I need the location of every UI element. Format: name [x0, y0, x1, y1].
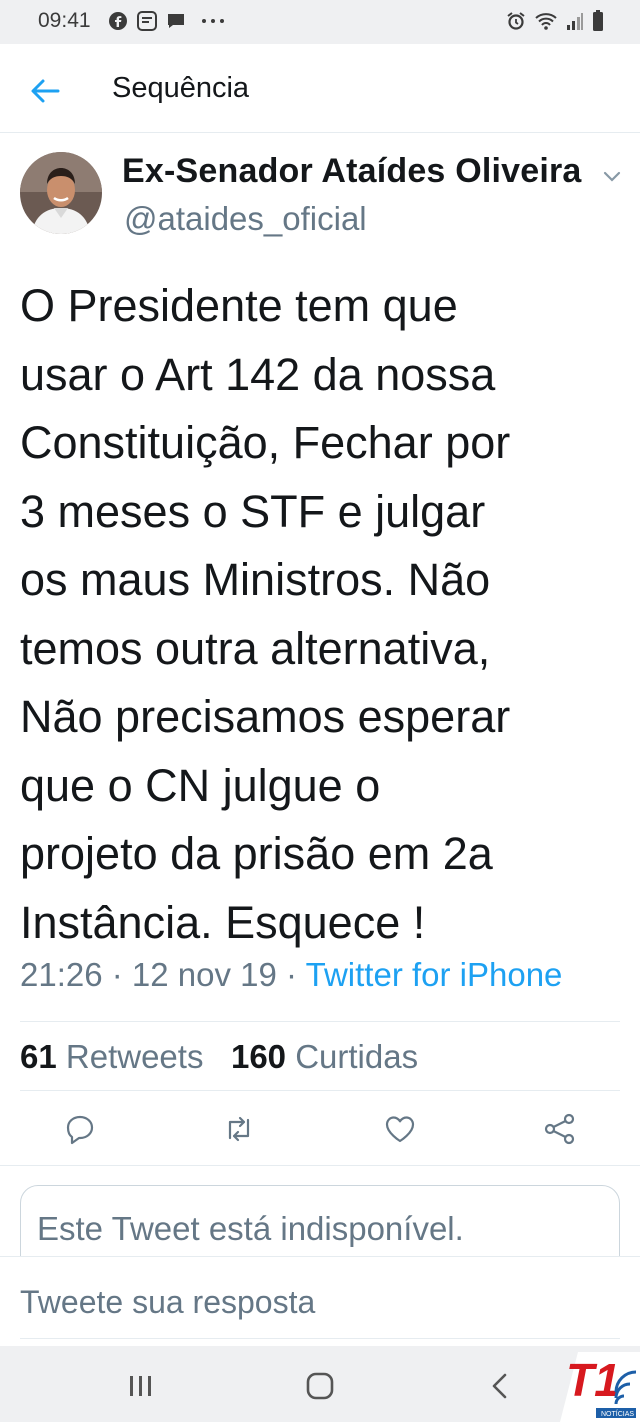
likes-count[interactable]: 160 — [231, 1038, 286, 1075]
recent-apps-icon[interactable] — [125, 1370, 157, 1402]
back-arrow-icon[interactable] — [28, 74, 62, 108]
unavailable-tweet-notice: Este Tweet está indisponível. — [37, 1210, 464, 1247]
divider — [0, 1165, 640, 1166]
messenger-icon — [137, 11, 157, 31]
page-title: Sequência — [112, 72, 250, 104]
status-notification-icons — [108, 10, 226, 32]
svg-text:T1: T1 — [566, 1354, 620, 1406]
status-system-icons — [506, 10, 604, 32]
status-time: 09:41 — [38, 9, 91, 32]
tweet-stats: 61 Retweets 160 Curtidas — [20, 1038, 418, 1076]
battery-icon — [593, 10, 603, 31]
home-icon[interactable] — [304, 1370, 336, 1402]
retweets-label[interactable]: Retweets — [66, 1038, 204, 1075]
alarm-icon — [507, 12, 525, 30]
tweet-line: 3 meses o STF e julgar — [20, 485, 486, 537]
tweet-line: Constituição, Fechar por — [20, 417, 511, 468]
reply-icon[interactable] — [63, 1112, 97, 1146]
tweet-line: Instância. Esquece ! — [20, 896, 426, 948]
likes-label[interactable]: Curtidas — [295, 1038, 418, 1075]
tweet-text: O Presidente tem que usar o Art 142 da n… — [20, 272, 620, 957]
tweet-source-link[interactable]: Twitter for iPhone — [306, 956, 563, 993]
retweet-icon[interactable] — [222, 1112, 256, 1146]
divider — [20, 1338, 620, 1339]
t1-noticias-logo: T1 NOTÍCIAS — [560, 1352, 640, 1422]
retweets-count[interactable]: 61 — [20, 1038, 57, 1075]
back-nav-icon[interactable] — [485, 1370, 517, 1402]
tweet-line: temos outra alternativa, — [20, 622, 491, 674]
reply-input[interactable]: Tweete sua resposta — [20, 1284, 315, 1321]
share-icon[interactable] — [543, 1112, 577, 1146]
like-icon[interactable] — [383, 1112, 417, 1146]
tweet-line: os maus Ministros. Não — [20, 554, 491, 605]
tweet-line: Não precisamos esperar — [20, 691, 511, 742]
top-app-bar — [0, 44, 640, 133]
tweet-line: usar o Art 142 da nossa — [20, 348, 496, 400]
svg-text:NOTÍCIAS: NOTÍCIAS — [601, 1409, 634, 1418]
divider — [20, 1090, 620, 1091]
chat-icon — [168, 14, 184, 28]
tweet-line: que o CN julgue o — [20, 759, 381, 811]
author-name[interactable]: Ex-Senador Ataídes Oliveira — [122, 152, 582, 191]
tweet-metadata: 21:26 · 12 nov 19 · Twitter for iPhone — [20, 956, 563, 993]
more-dots-icon — [202, 19, 224, 23]
tweet-time: 21:26 — [20, 956, 103, 993]
author-handle[interactable]: @ataides_oficial — [124, 200, 367, 238]
tweet-line: projeto da prisão em 2a — [20, 828, 493, 879]
author-avatar[interactable] — [20, 152, 102, 234]
tweet-date: 12 nov 19 — [131, 956, 277, 993]
tweet-line: O Presidente tem que — [20, 280, 458, 331]
facebook-icon — [109, 12, 127, 30]
divider — [20, 1021, 620, 1022]
signal-icon — [567, 13, 583, 30]
wifi-icon — [535, 13, 557, 30]
chevron-down-icon[interactable] — [600, 164, 624, 188]
